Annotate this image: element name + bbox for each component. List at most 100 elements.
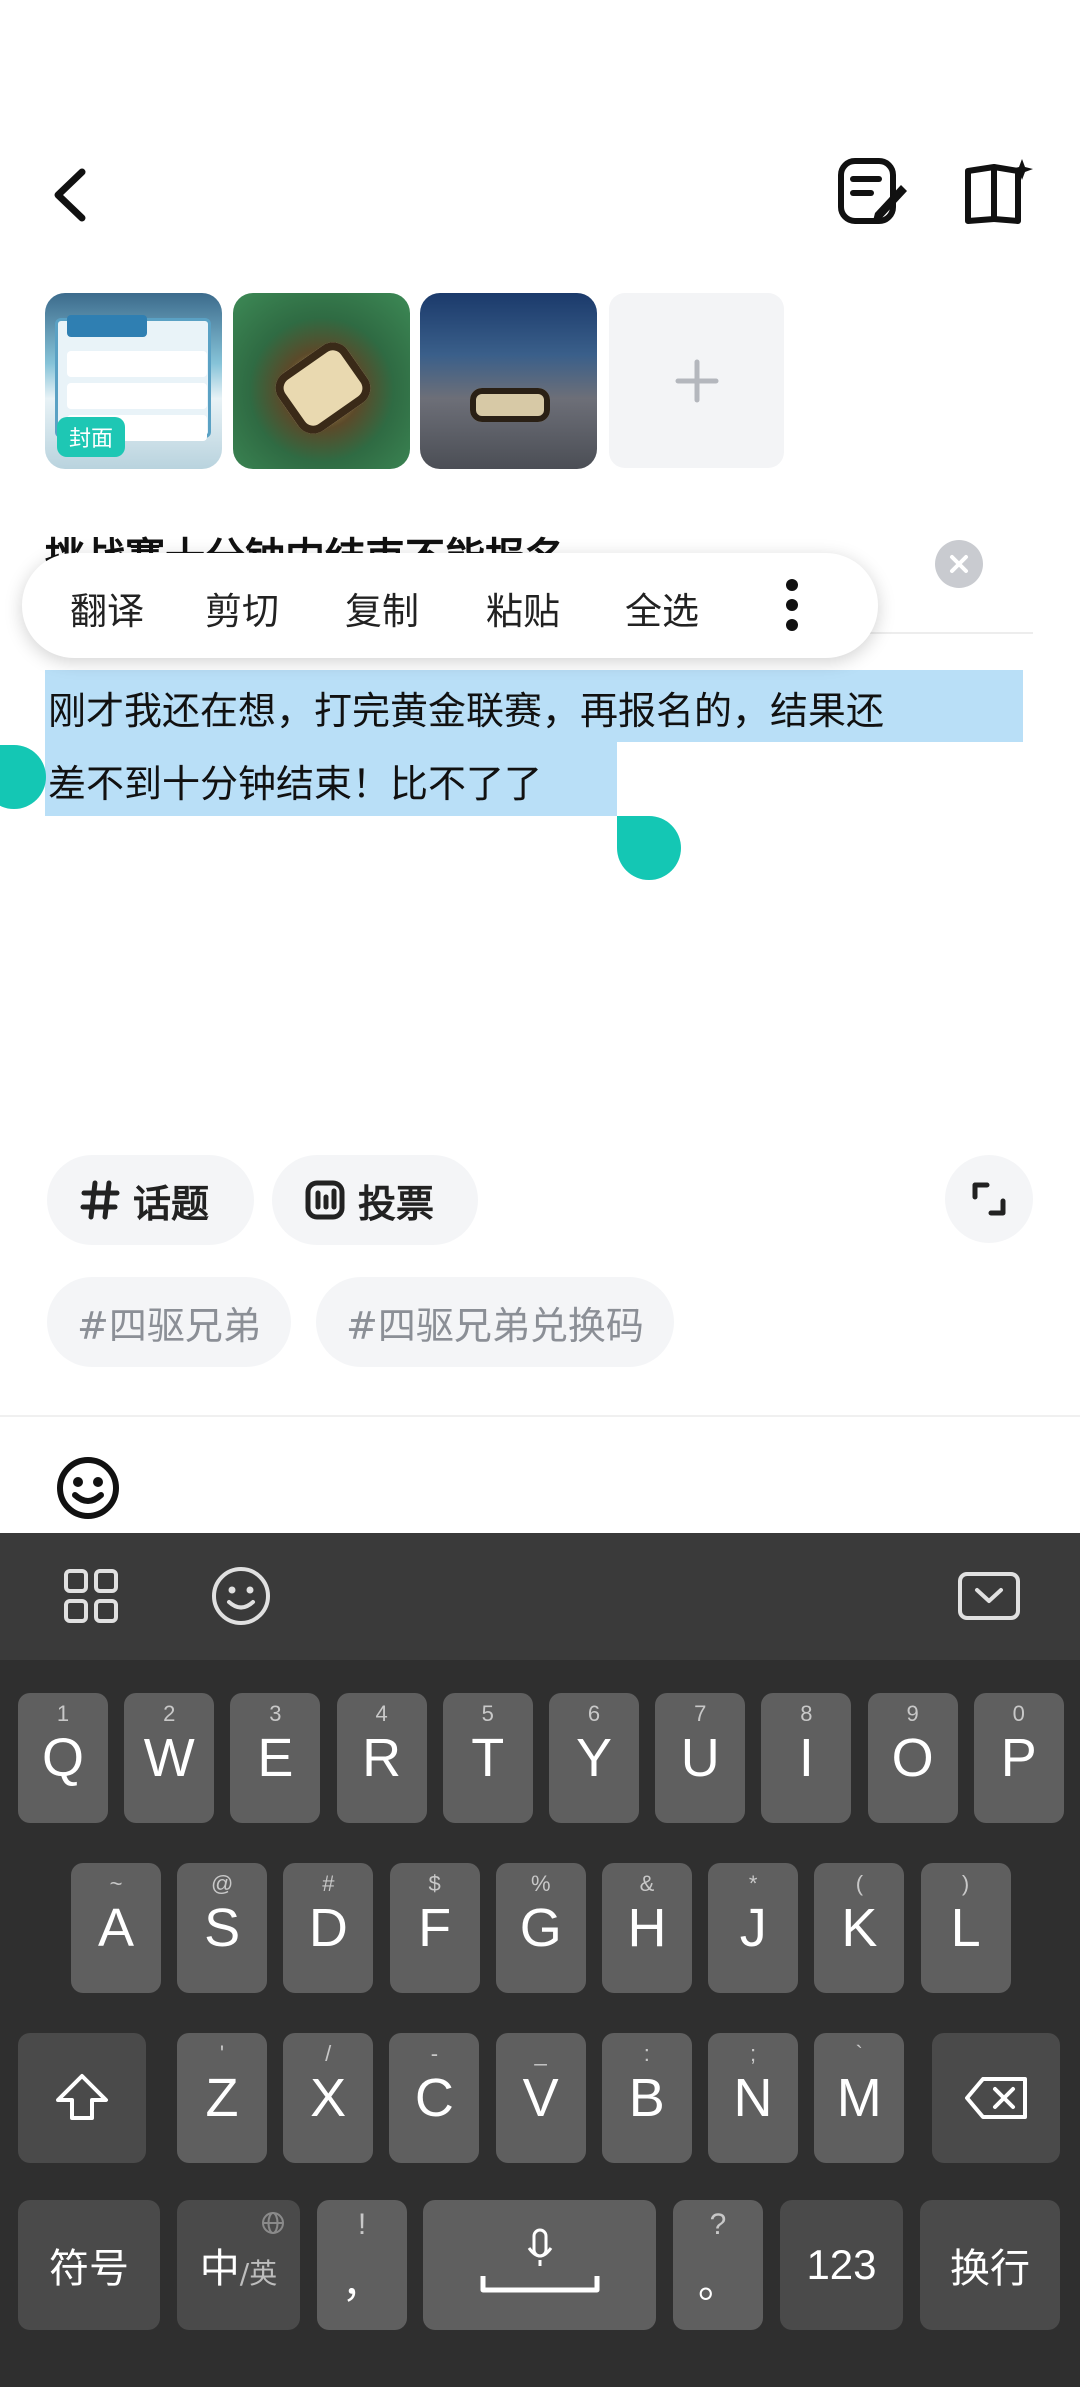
- menu-item-paste[interactable]: 粘贴: [486, 581, 560, 635]
- numbers-label: 123: [806, 2241, 877, 2288]
- smiley-icon: [212, 1567, 270, 1625]
- key-d[interactable]: # D: [283, 1863, 374, 1993]
- key-y[interactable]: 6Y: [549, 1693, 639, 1823]
- key-sub-label: @: [211, 1871, 234, 1896]
- period-key[interactable]: ? 。: [673, 2200, 763, 2330]
- menu-item-cut[interactable]: 剪切: [205, 581, 279, 635]
- key-m[interactable]: ` M: [814, 2033, 905, 2163]
- vote-button[interactable]: 投票: [272, 1155, 478, 1245]
- numbers-key[interactable]: 123: [780, 2200, 903, 2330]
- media-thumbnail-1[interactable]: 封面: [45, 293, 222, 469]
- key-sub-label: ;: [749, 2041, 757, 2066]
- back-button[interactable]: [40, 150, 110, 240]
- symbols-key[interactable]: 符号: [18, 2200, 160, 2330]
- period-main-label: 。: [698, 2261, 738, 2307]
- selection-start-handle[interactable]: [0, 745, 46, 809]
- suggested-tag[interactable]: #四驱兄弟: [47, 1277, 291, 1367]
- microphone-icon: [480, 2228, 599, 2293]
- book-sparkle-icon: [965, 159, 1033, 224]
- emoji-icon: [57, 1457, 119, 1519]
- key-main-label: C: [414, 2068, 454, 2128]
- keyboard-toolbar: [0, 1533, 1080, 1660]
- key-n[interactable]: ; N: [708, 2033, 798, 2163]
- comma-key[interactable]: ! ，: [317, 2200, 407, 2330]
- key-sub-label: (: [855, 1871, 864, 1896]
- key-l[interactable]: ) L: [920, 1863, 1011, 1993]
- media-thumbnail-2[interactable]: [233, 293, 410, 469]
- post-body-line-1[interactable]: 刚才我还在想，打完黄金联赛，再报名的，结果还: [48, 680, 884, 735]
- close-icon: [950, 555, 968, 573]
- key-x[interactable]: / X: [283, 2033, 374, 2163]
- enter-key[interactable]: 换行: [920, 2200, 1060, 2330]
- key-q[interactable]: 1Q: [18, 1693, 108, 1823]
- shift-key[interactable]: [18, 2033, 146, 2163]
- key-v[interactable]: _ V: [495, 2033, 586, 2163]
- language-switch-key[interactable]: 中 /英: [177, 2200, 300, 2330]
- leaderboard-row: [67, 351, 207, 377]
- expand-icon: [972, 1182, 1006, 1216]
- key-c[interactable]: -C: [389, 2033, 480, 2163]
- space-key[interactable]: [423, 2200, 656, 2330]
- backspace-key[interactable]: [932, 2033, 1060, 2163]
- add-media-button[interactable]: [609, 293, 784, 468]
- key-main-label: R: [362, 1728, 402, 1788]
- enter-label: 换行: [950, 2246, 1030, 2292]
- key-k[interactable]: (K: [814, 1863, 905, 1993]
- key-o[interactable]: 9O: [867, 1693, 958, 1823]
- key-j[interactable]: * J: [708, 1863, 799, 1993]
- key-w[interactable]: 2W: [124, 1693, 215, 1823]
- key-sub-label: 1: [56, 1701, 70, 1726]
- expand-editor-button[interactable]: [945, 1155, 1033, 1243]
- emoji-button[interactable]: [55, 1455, 121, 1521]
- more-options-button[interactable]: [782, 575, 802, 635]
- period-sub-label: ?: [709, 2208, 727, 2241]
- selection-end-handle[interactable]: [617, 816, 681, 880]
- key-sub-label: $: [428, 1871, 441, 1896]
- key-p[interactable]: 0P: [973, 1693, 1064, 1823]
- key-sub-label: 2: [163, 1701, 176, 1726]
- race-car-image: [470, 388, 550, 422]
- topic-button[interactable]: 话题: [47, 1155, 254, 1245]
- keyboard-emoji-button[interactable]: [210, 1565, 272, 1627]
- vote-chart-icon: [305, 1180, 345, 1220]
- media-thumbnail-3[interactable]: [420, 293, 597, 469]
- key-main-label: M: [836, 2068, 882, 2128]
- key-sub-label: _: [534, 2041, 547, 2066]
- key-a[interactable]: ~ A: [71, 1863, 161, 1993]
- post-body-line-2[interactable]: 差不到十分钟结束！比不了了: [48, 753, 542, 808]
- clear-title-button[interactable]: [935, 540, 983, 588]
- globe-icon: [260, 2210, 286, 2240]
- key-main-label: T: [471, 1728, 505, 1788]
- draft-button[interactable]: [835, 155, 910, 230]
- key-s[interactable]: @ S: [177, 1863, 268, 1993]
- key-sub-label: #: [322, 1871, 335, 1896]
- key-e[interactable]: 3E: [230, 1693, 321, 1823]
- menu-item-copy[interactable]: 复制: [345, 581, 419, 635]
- key-t[interactable]: 5T: [442, 1693, 533, 1823]
- hide-keyboard-button[interactable]: [957, 1565, 1021, 1627]
- menu-item-select-all[interactable]: 全选: [625, 581, 699, 635]
- key-f[interactable]: $ F: [389, 1863, 480, 1993]
- hashtag-icon: [80, 1180, 120, 1220]
- key-r[interactable]: 4R: [336, 1693, 427, 1823]
- suggested-tag[interactable]: #四驱兄弟兑换码: [316, 1277, 674, 1367]
- guide-button[interactable]: [960, 155, 1035, 230]
- symbols-label: 符号: [49, 2246, 129, 2292]
- key-g[interactable]: % G: [495, 1863, 586, 1993]
- key-main-label: B: [628, 2068, 665, 2128]
- key-sub-label: 9: [906, 1701, 919, 1726]
- key-u[interactable]: 7U: [655, 1693, 746, 1823]
- key-sub-label: 5: [481, 1701, 494, 1726]
- key-z[interactable]: ' Z: [177, 2033, 267, 2163]
- key-b[interactable]: :B: [601, 2033, 692, 2163]
- lang-main-label: 中: [199, 2246, 240, 2292]
- key-h[interactable]: & H: [602, 1863, 692, 1993]
- keyboard-menu-button[interactable]: [60, 1565, 122, 1627]
- menu-item-translate[interactable]: 翻译: [70, 581, 144, 635]
- back-arrow-icon: [54, 168, 86, 222]
- key-sub-label: 7: [694, 1701, 707, 1726]
- key-main-label: Y: [575, 1728, 613, 1788]
- key-i[interactable]: 8I: [761, 1693, 852, 1823]
- key-main-label: K: [841, 1898, 878, 1958]
- key-main-label: D: [308, 1898, 348, 1958]
